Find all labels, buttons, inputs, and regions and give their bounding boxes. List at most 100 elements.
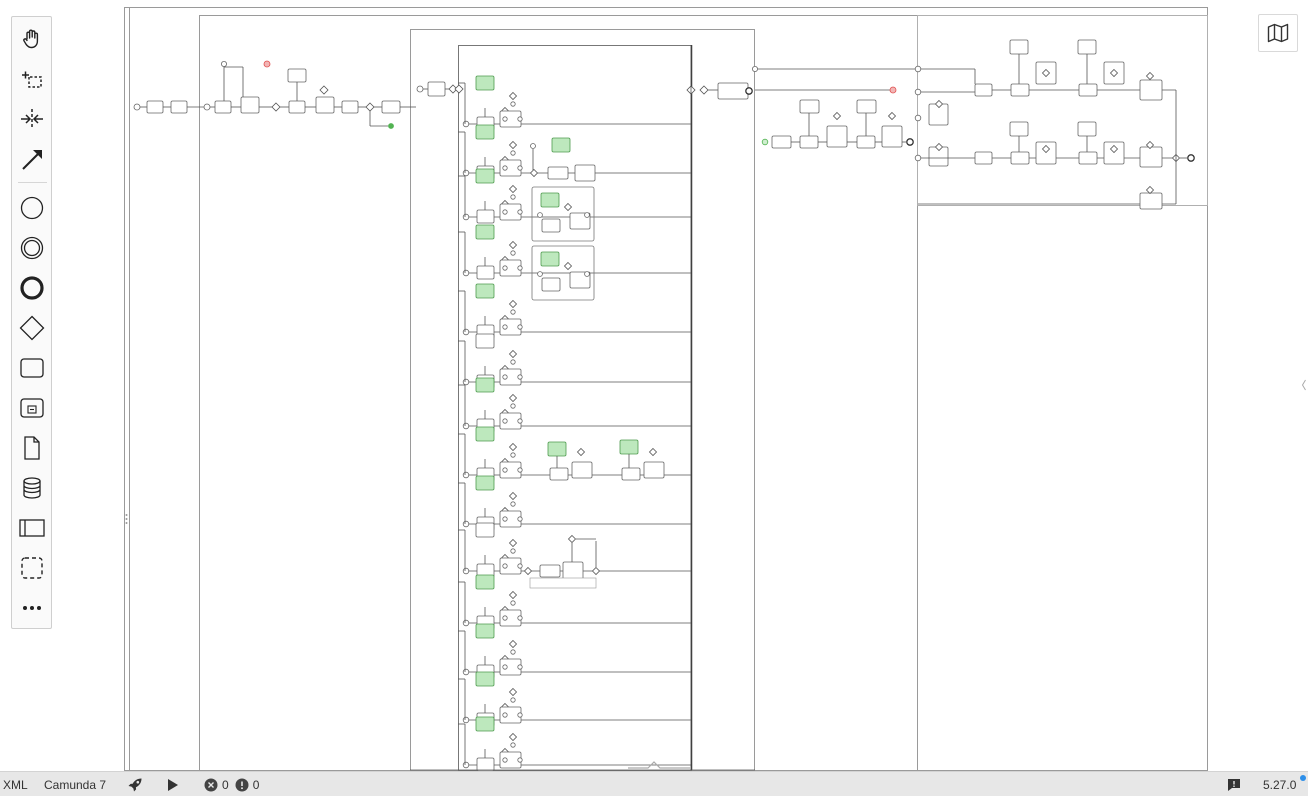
- event: [517, 664, 523, 670]
- properties-panel-handle[interactable]: [125, 512, 128, 524]
- gateway: [508, 299, 518, 309]
- event: [462, 213, 470, 221]
- space-tool-icon[interactable]: [17, 104, 47, 134]
- hand-tool-icon[interactable]: [17, 24, 47, 54]
- event: [220, 61, 227, 68]
- gateway: [508, 687, 518, 697]
- start-event-icon[interactable]: [17, 193, 47, 223]
- gateway: [887, 111, 897, 121]
- event: [502, 516, 508, 522]
- event: [510, 452, 516, 458]
- green-task: [475, 124, 495, 140]
- task: [475, 522, 495, 538]
- task: [170, 100, 188, 114]
- side-panel-collapse-handle[interactable]: [1301, 378, 1306, 392]
- minimap-toggle-button[interactable]: [1258, 14, 1298, 52]
- event: [502, 165, 508, 171]
- task: [1010, 83, 1030, 97]
- status-bar: XML Camunda 7 0 0 5.27.0: [0, 771, 1308, 796]
- task: [571, 461, 593, 479]
- task: [541, 218, 561, 233]
- pool-icon[interactable]: [17, 513, 47, 543]
- task: [476, 209, 495, 224]
- task: [1139, 146, 1163, 168]
- connect-tool-icon[interactable]: [17, 144, 47, 174]
- event: [203, 103, 211, 111]
- execution-platform-button[interactable]: Camunda 7: [44, 772, 106, 797]
- parallel-subprocess: [410, 29, 755, 771]
- intermediate-event-icon[interactable]: [17, 233, 47, 263]
- event: [502, 374, 508, 380]
- feedback-button[interactable]: [1227, 772, 1241, 797]
- green-task: [475, 377, 495, 393]
- start-instance-button[interactable]: [167, 772, 179, 797]
- task-icon[interactable]: [17, 353, 47, 383]
- gateway: [508, 732, 518, 742]
- event: [517, 116, 523, 122]
- participant-pool: [124, 7, 1208, 771]
- gateway: [508, 491, 518, 501]
- bpmn-canvas[interactable]: [0, 0, 1308, 771]
- task: [1009, 39, 1029, 55]
- event: [510, 742, 516, 748]
- gateway-icon[interactable]: [17, 313, 47, 343]
- text-annotation: [529, 577, 597, 589]
- green-task: [619, 439, 639, 455]
- event: [502, 664, 508, 670]
- subprocess-icon[interactable]: [17, 393, 47, 423]
- data-store-icon[interactable]: [17, 473, 47, 503]
- inner-subprocess: [458, 45, 692, 771]
- task: [974, 151, 993, 165]
- task: [771, 135, 792, 149]
- event: [537, 212, 543, 218]
- green-task: [475, 224, 495, 240]
- event: [462, 269, 470, 277]
- version-button[interactable]: 5.27.0: [1263, 772, 1296, 797]
- event: [517, 516, 523, 522]
- event: [510, 649, 516, 655]
- event: [914, 65, 922, 73]
- event: [517, 324, 523, 330]
- problems-button[interactable]: 0 0: [204, 772, 259, 797]
- play-icon: [167, 778, 179, 792]
- event: [510, 548, 516, 554]
- event: [517, 374, 523, 380]
- event: [889, 86, 897, 94]
- task: [146, 100, 164, 114]
- task: [541, 277, 561, 292]
- task: [214, 100, 232, 114]
- green-task: [540, 251, 560, 267]
- xml-tab-button[interactable]: XML: [3, 772, 28, 797]
- event: [752, 66, 759, 73]
- event: [510, 150, 516, 156]
- event: [517, 712, 523, 718]
- gateway: [508, 393, 518, 403]
- event: [502, 757, 508, 763]
- task: [549, 467, 569, 481]
- task: [476, 265, 495, 280]
- task: [799, 135, 819, 149]
- data-object-icon[interactable]: [17, 433, 47, 463]
- event: [510, 403, 516, 409]
- warning-icon: [235, 778, 249, 792]
- lasso-tool-icon[interactable]: [17, 64, 47, 94]
- gateway: [365, 102, 375, 112]
- end-event-icon[interactable]: [17, 273, 47, 303]
- task: [381, 100, 401, 114]
- task: [856, 99, 877, 114]
- more-icon[interactable]: [17, 593, 47, 623]
- group-icon[interactable]: [17, 553, 47, 583]
- task: [1009, 121, 1029, 137]
- event: [1187, 154, 1195, 162]
- task: [574, 164, 596, 182]
- event: [517, 757, 523, 763]
- gateway: [563, 261, 573, 271]
- event: [517, 615, 523, 621]
- task: [341, 100, 359, 114]
- task: [539, 564, 561, 578]
- event: [745, 87, 753, 95]
- error-icon: [204, 778, 218, 792]
- event: [914, 88, 922, 96]
- deploy-button[interactable]: [127, 772, 143, 797]
- event: [537, 271, 543, 277]
